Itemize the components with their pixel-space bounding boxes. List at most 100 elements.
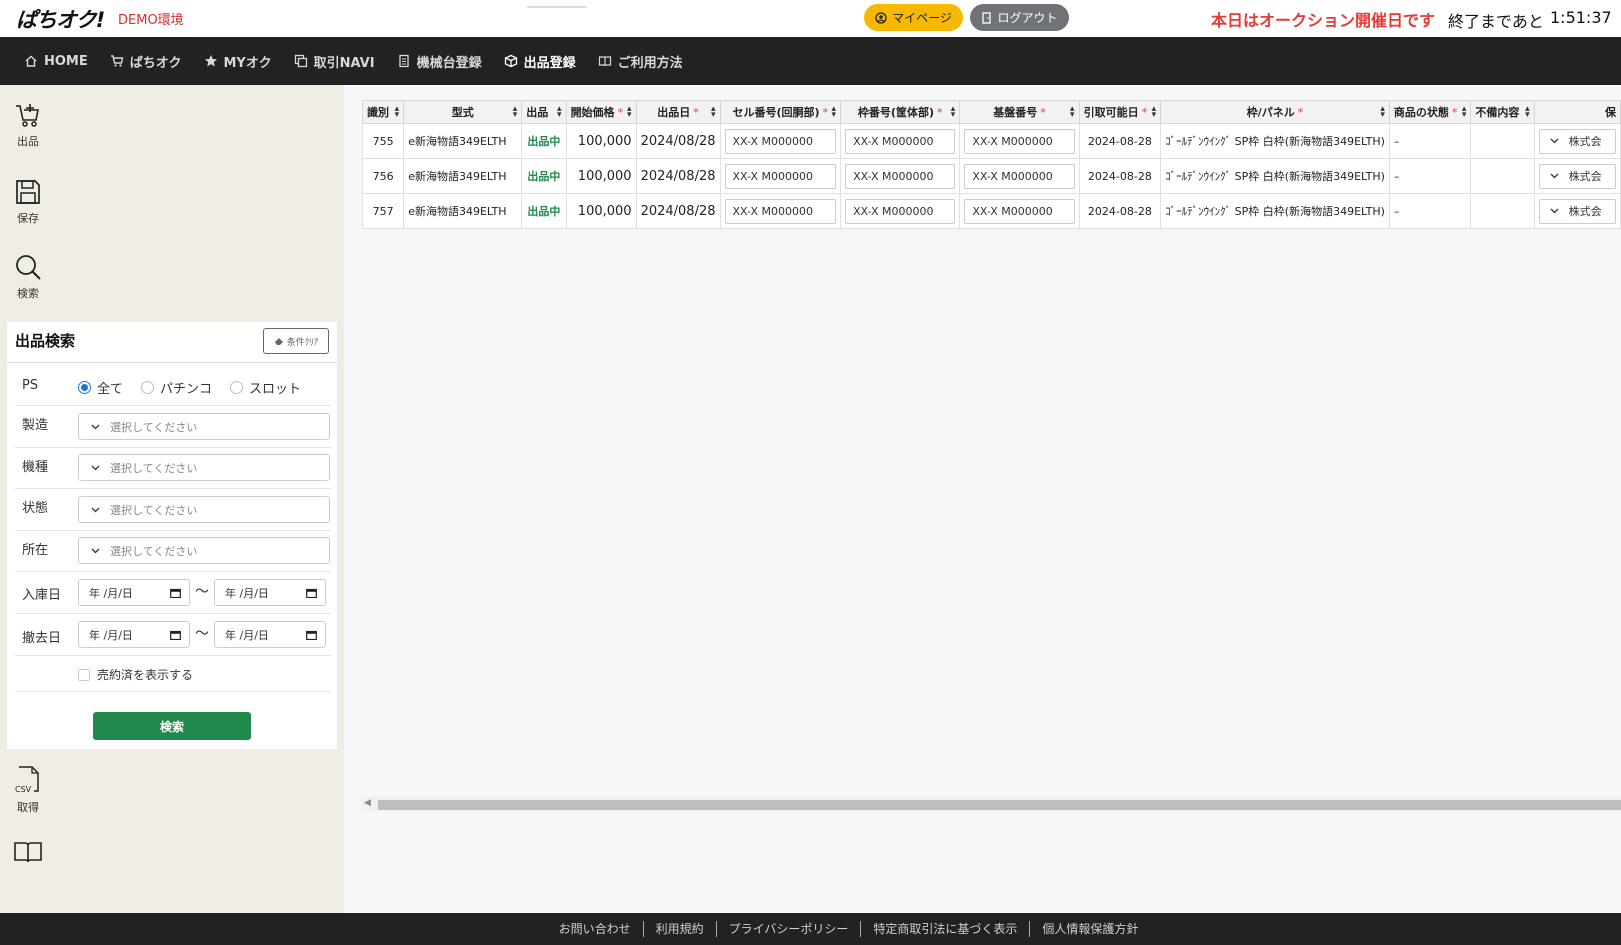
logout-button[interactable]: ログアウト — [970, 4, 1069, 31]
board-number-input[interactable]: XX-X M000000 — [964, 198, 1075, 224]
scrollbar-thumb[interactable] — [378, 800, 1621, 810]
radio-checked[interactable] — [78, 381, 91, 394]
ps-option-all[interactable]: 全て — [78, 378, 123, 397]
scroll-left-icon[interactable]: ◀ — [364, 798, 371, 808]
footer-link-terms[interactable]: 利用規約 — [644, 921, 717, 937]
cell-price[interactable]: 100,000 — [565, 123, 637, 159]
frame-number-input[interactable]: XX-X M000000 — [845, 198, 956, 224]
cell-defect[interactable] — [1470, 193, 1535, 229]
nav-label: 出品登録 — [523, 55, 576, 71]
nav-item-listing-register[interactable]: 出品登録 — [504, 52, 576, 71]
ps-option-pachinko[interactable]: パチンコ — [141, 378, 212, 397]
cell-status[interactable]: 出品中 — [521, 193, 567, 229]
show-sold-checkbox[interactable] — [78, 668, 90, 681]
cell-number-input[interactable]: XX-X M000000 — [724, 128, 837, 154]
copy-icon — [294, 54, 307, 68]
cell-cell-number: XX-X M000000 — [719, 158, 842, 194]
maker-select[interactable]: 選択してください — [78, 413, 330, 440]
cell-price[interactable]: 100,000 — [565, 158, 637, 194]
cell-condition[interactable]: – — [1388, 158, 1472, 194]
cell-status[interactable]: 出品中 — [521, 123, 567, 159]
frame-number-input[interactable]: XX-X M000000 — [845, 163, 956, 189]
nav-item-guide[interactable]: ご利用方法 — [598, 52, 683, 71]
sort-icon: ▴ ▾ — [1070, 104, 1075, 120]
location-label: 所在 — [22, 543, 49, 558]
col-label: 基盤番号 — [993, 106, 1038, 119]
cell-defect[interactable] — [1470, 123, 1535, 159]
board-number-input[interactable]: XX-X M000000 — [964, 128, 1075, 154]
cell-listing-date[interactable]: 2024/08/28 — [635, 193, 721, 229]
storage-select[interactable]: 株式会 — [1538, 128, 1616, 154]
col-header-board-number[interactable]: 基盤番号 * ▴ ▾ — [959, 100, 1080, 124]
mypage-button[interactable]: マイページ — [864, 4, 963, 31]
col-header-condition[interactable]: 商品の状態 * ▴ ▾ — [1388, 100, 1472, 124]
cell-frame-number: XX-X M000000 — [840, 158, 961, 194]
col-header-start-price[interactable]: 開始価格 * ▴ ▾ — [565, 100, 637, 124]
horizontal-scrollbar[interactable]: ◀ — [362, 797, 1621, 811]
chevron-down-icon — [91, 507, 100, 512]
top-bar: ぱちオク! DEMO環境 マイページ ログアウト 本日はオークション開催日です … — [0, 0, 1621, 37]
col-header-frame-number[interactable]: 枠番号(筐体部) * ▴ ▾ — [840, 100, 961, 124]
nav-item-pachioku[interactable]: ぱちオク — [110, 52, 182, 71]
cell-frame-panel[interactable]: ｺﾞｰﾙﾃﾞﾝｳｲﾝｸﾞ SP枠 白枠(新海物語349ELTH) — [1160, 123, 1390, 159]
col-header-cell-number[interactable]: セル番号(回胴部) * ▴ ▾ — [719, 100, 842, 124]
col-header-storage[interactable]: 保 — [1533, 100, 1621, 124]
footer-link-privacy[interactable]: プライバシーポリシー — [717, 921, 862, 937]
col-header-listing-date[interactable]: 出品日 * ▴ ▾ — [635, 100, 721, 124]
received-date-from[interactable]: 年 /月/日 — [78, 579, 190, 606]
col-header-frame-panel[interactable]: 枠/パネル * ▴ ▾ — [1160, 100, 1390, 124]
cell-listing-date[interactable]: 2024/08/28 — [635, 123, 721, 159]
save-button[interactable]: 保存 — [8, 178, 48, 226]
col-header-pickup-date[interactable]: 引取可能日 * ▴ ▾ — [1078, 100, 1162, 124]
csv-download-button[interactable]: CSV 取得 — [8, 765, 48, 815]
footer-link-commercial-law[interactable]: 特定商取引法に基づく表示 — [861, 921, 1031, 937]
state-select[interactable]: 選択してください — [78, 496, 330, 523]
storage-select[interactable]: 株式会 — [1538, 163, 1616, 189]
nav-item-myoku[interactable]: MYオク — [204, 52, 272, 71]
clear-conditions-button[interactable]: 条件ｸﾘｱ — [263, 328, 329, 354]
cell-status[interactable]: 出品中 — [521, 158, 567, 194]
search-toggle-button[interactable]: 検索 — [8, 253, 48, 301]
csv-icon-text: CSV — [15, 785, 32, 794]
cell-frame-panel[interactable]: ｺﾞｰﾙﾃﾞﾝｳｲﾝｸﾞ SP枠 白枠(新海物語349ELTH) — [1160, 158, 1390, 194]
cell-pickup-date[interactable]: 2024-08-28 — [1078, 123, 1162, 159]
col-header-model[interactable]: 型式 ▴ ▾ — [403, 100, 523, 124]
cell-condition[interactable]: – — [1388, 123, 1472, 159]
col-header-defect[interactable]: 不備内容 ▴ ▾ — [1470, 100, 1535, 124]
sort-icon: ▴ ▾ — [512, 104, 518, 120]
search-submit-button[interactable]: 検索 — [93, 712, 251, 740]
ps-option-slot[interactable]: スロット — [230, 378, 301, 397]
cell-defect[interactable] — [1470, 158, 1535, 194]
storage-select[interactable]: 株式会 — [1538, 198, 1616, 224]
removed-date-to[interactable]: 年 /月/日 — [214, 621, 326, 648]
col-header-id[interactable]: 識別 ▴ ▾ — [361, 100, 405, 124]
radio-unchecked[interactable] — [141, 381, 155, 394]
cell-listing-date[interactable]: 2024/08/28 — [635, 158, 721, 194]
nav-item-torihiki-navi[interactable]: 取引NAVI — [294, 52, 375, 71]
model-select[interactable]: 選択してください — [78, 454, 330, 481]
col-header-status[interactable]: 出品 ▴ ▾ — [521, 100, 567, 124]
show-sold-checkbox-label[interactable]: 売約済を表示する — [78, 666, 193, 683]
received-date-to[interactable]: 年 /月/日 — [214, 579, 326, 606]
manual-button[interactable] — [8, 840, 48, 868]
cell-pickup-date[interactable]: 2024-08-28 — [1078, 158, 1162, 194]
nav-item-machine-register[interactable]: 機械台登録 — [397, 52, 482, 71]
cell-price[interactable]: 100,000 — [565, 193, 637, 229]
cell-number-input[interactable]: XX-X M000000 — [724, 198, 837, 224]
location-select[interactable]: 選択してください — [78, 537, 330, 564]
footer-link-contact[interactable]: お問い合わせ — [547, 921, 644, 937]
cell-number-input[interactable]: XX-X M000000 — [724, 163, 837, 189]
cell-condition[interactable]: – — [1388, 193, 1472, 229]
site-logo[interactable]: ぱちオク! — [16, 4, 105, 34]
frame-number-input[interactable]: XX-X M000000 — [845, 128, 956, 154]
board-number-input[interactable]: XX-X M000000 — [964, 163, 1075, 189]
cell-pickup-date[interactable]: 2024-08-28 — [1078, 193, 1162, 229]
ps-option-label: スロット — [249, 382, 302, 397]
nav-item-home[interactable]: HOME — [24, 54, 88, 69]
footer-link-personal-info[interactable]: 個人情報保護方針 — [1030, 921, 1150, 937]
radio-unchecked[interactable] — [230, 381, 244, 394]
removed-date-from[interactable]: 年 /月/日 — [78, 621, 190, 648]
nav-label: ぱちオク — [129, 55, 182, 71]
add-listing-button[interactable]: 出品 — [8, 103, 48, 149]
cell-frame-panel[interactable]: ｺﾞｰﾙﾃﾞﾝｳｲﾝｸﾞ SP枠 白枠(新海物語349ELTH) — [1160, 193, 1390, 229]
